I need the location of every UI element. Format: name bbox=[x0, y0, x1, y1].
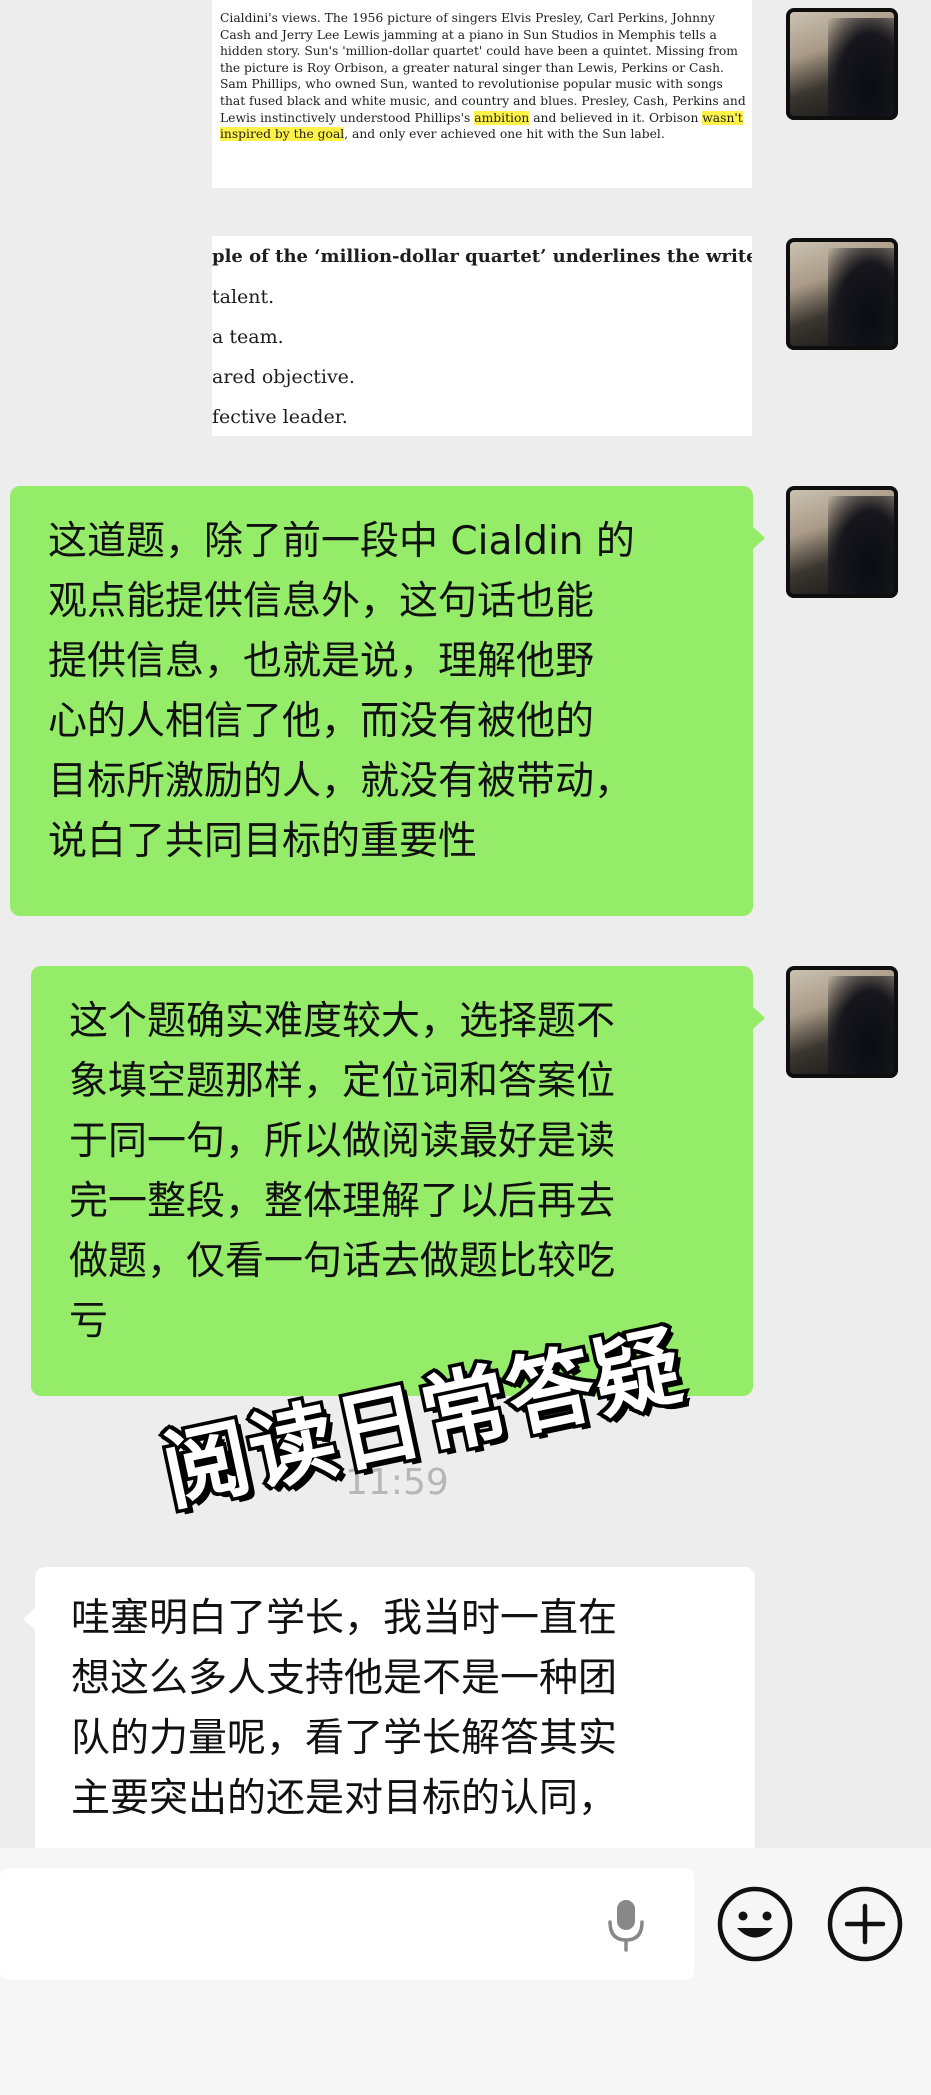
image-message-question[interactable]: ple of the ‘million-dollar quartet’ unde… bbox=[212, 236, 752, 436]
message-line: 于同一句，所以做阅读最好是读 bbox=[69, 1119, 616, 1164]
passage-line: Sam Phillips, who owned Sun, wanted to r… bbox=[220, 77, 723, 92]
sender-avatar[interactable] bbox=[786, 486, 898, 598]
message-line: 心的人相信了他，而没有被他的 bbox=[48, 699, 595, 744]
sender-avatar[interactable] bbox=[786, 238, 898, 350]
message-line: 提供信息，也就是说，理解他野 bbox=[48, 639, 595, 684]
received-message-bubble[interactable]: 哇塞明白了学长，我当时一直在 想这么多人支持他是不是一种团 队的力量呢，看了学长… bbox=[23, 1567, 755, 1848]
passage-line: that fused black and white music, and co… bbox=[220, 93, 746, 108]
question-option: talent. bbox=[212, 286, 275, 308]
input-bar bbox=[0, 1848, 931, 2095]
message-line: 这个题确实难度较大，选择题不 bbox=[69, 999, 616, 1044]
image-message-passage[interactable]: Cialdini's views. The 1956 picture of si… bbox=[212, 0, 752, 188]
plus-icon[interactable] bbox=[826, 1885, 904, 1963]
bubble-tail bbox=[23, 1607, 36, 1631]
message-line: 哇塞明白了学长，我当时一直在 bbox=[71, 1596, 618, 1641]
bubble-tail bbox=[752, 526, 765, 550]
message-line: 队的力量呢，看了学长解答其实 bbox=[71, 1716, 618, 1761]
message-line: 主要突出的还是对目标的认同， bbox=[71, 1776, 618, 1821]
highlighted-phrase: inspired by the goal bbox=[220, 127, 345, 142]
passage-line: hidden story. Sun's 'million-dollar quar… bbox=[220, 44, 738, 59]
question-option: a team. bbox=[212, 326, 284, 348]
message-line: 观点能提供信息外，这句话也能 bbox=[48, 579, 595, 624]
message-line: 做题，仅看一句话去做题比较吃 bbox=[69, 1239, 616, 1284]
passage-line: Cialdini's views. The 1956 picture of si… bbox=[220, 11, 715, 25]
sent-message-bubble[interactable]: 这道题，除了前一段中 Cialdin 的 观点能提供信息外，这句话也能 提供信息… bbox=[10, 486, 765, 916]
sender-avatar[interactable] bbox=[786, 8, 898, 120]
message-line: 完一整段，整体理解了以后再去 bbox=[69, 1179, 616, 1224]
highlighted-word: ambition bbox=[474, 110, 530, 125]
highlighted-word: wasn't bbox=[702, 110, 743, 125]
passage-line: Cash and Jerry Lee Lewis jamming at a pi… bbox=[220, 27, 717, 42]
message-input[interactable] bbox=[0, 1868, 694, 1980]
smiley-icon[interactable] bbox=[716, 1885, 794, 1963]
question-option: fective leader. bbox=[212, 406, 348, 428]
sender-avatar[interactable] bbox=[786, 966, 898, 1078]
chat-area[interactable]: Cialdini's views. The 1956 picture of si… bbox=[0, 0, 931, 1848]
question-stem: ple of the ‘million-dollar quartet’ unde… bbox=[212, 246, 752, 267]
passage-line-text: and believed in it. Orbison bbox=[529, 110, 703, 125]
message-line: 想这么多人支持他是不是一种团 bbox=[71, 1656, 618, 1701]
question-option: ared objective. bbox=[212, 366, 355, 388]
passage-line-text: , and only ever achieved one hit with th… bbox=[344, 127, 665, 142]
message-line: 目标所激励的人，就没有被带动， bbox=[48, 759, 634, 804]
passage-line: the picture is Roy Orbison, a greater na… bbox=[220, 60, 724, 75]
microphone-icon[interactable] bbox=[606, 1898, 646, 1954]
passage-line-text: Lewis instinctively understood Phillips'… bbox=[220, 110, 475, 125]
message-line: 象填空题那样，定位词和答案位 bbox=[69, 1059, 616, 1104]
bubble-tail bbox=[752, 1006, 765, 1030]
passage-text: Cialdini's views. The 1956 picture of si… bbox=[212, 0, 752, 143]
message-line: 这道题，除了前一段中 Cialdin 的 bbox=[48, 519, 635, 564]
message-line: 说白了共同目标的重要性 bbox=[48, 819, 478, 864]
